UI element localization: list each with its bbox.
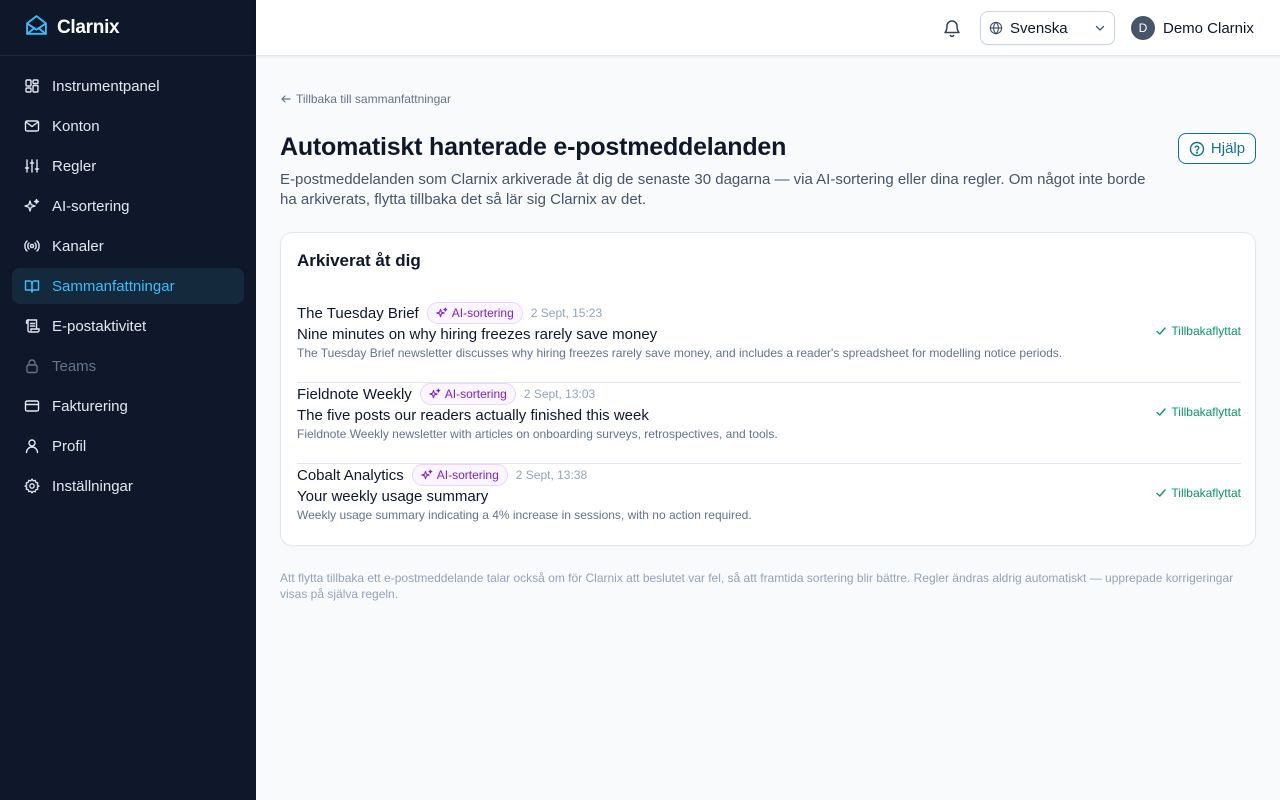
help-circle-icon [1189, 141, 1205, 156]
ai-sorting-badge: AI-sortering [426, 302, 523, 324]
sidebar-item-label: Kanaler [52, 237, 104, 255]
email-summary: Fieldnote Weekly newsletter with article… [297, 427, 778, 441]
sidebar-item-teams: Teams [12, 348, 244, 384]
email-sender: The Tuesday Brief [297, 304, 419, 322]
restored-label: Tillbakaflyttat [1171, 486, 1241, 500]
credit-card-icon [24, 400, 40, 412]
dashboard-icon [25, 79, 39, 93]
archived-card: Arkiverat åt dig The Tuesday Brief AI-so… [280, 232, 1256, 546]
radio-icon [24, 240, 40, 252]
avatar: D [1131, 16, 1155, 40]
brand[interactable]: Clarnix [0, 0, 256, 56]
ai-sorting-badge: AI-sortering [419, 383, 516, 405]
book-open-icon [24, 280, 40, 293]
sidebar-item-kanaler[interactable]: Kanaler [12, 228, 244, 264]
sparkles-icon [435, 307, 448, 318]
sidebar-item-e-postaktivitet[interactable]: E-postaktivitet [12, 308, 244, 344]
email-row[interactable]: The Tuesday Brief AI-sortering 2 Sept, 1… [297, 302, 1241, 383]
ai-sorting-badge: AI-sortering [411, 464, 508, 486]
sidebar-item-regler[interactable]: Regler [12, 148, 244, 184]
sidebar-item-installningar[interactable]: Inställningar [12, 468, 244, 504]
email-summary: Weekly usage summary indicating a 4% inc… [297, 508, 752, 522]
sidebar-item-label: Regler [52, 157, 97, 175]
sidebar-item-label: Sammanfattningar [52, 277, 175, 295]
sparkles-icon [24, 198, 40, 212]
sidebar-item-instrumentpanel[interactable]: Instrumentpanel [12, 68, 244, 104]
page-title: Automatiskt hanterade e-postmeddelanden [280, 133, 787, 161]
sidebar-item-ai-sortering[interactable]: AI-sortering [12, 188, 244, 224]
sidebar-item-label: Teams [52, 357, 97, 375]
badge-label: AI-sortering [436, 468, 499, 482]
check-icon [1156, 327, 1167, 335]
restored-status: Tillbakaflyttat [1155, 486, 1241, 500]
back-link-label: Tillbaka till sammanfattningar [296, 92, 451, 106]
page-subtitle: E-postmeddelanden som Clarnix arkiverade… [280, 171, 1146, 208]
mail-icon [24, 120, 40, 132]
card-title: Arkiverat åt dig [297, 251, 421, 270]
gear-icon [24, 478, 40, 494]
back-link[interactable]: Tillbaka till sammanfattningar [280, 92, 451, 106]
email-summary: The Tuesday Brief newsletter discusses w… [297, 346, 1063, 360]
email-date: 2 Sept, 15:23 [530, 306, 603, 320]
restored-label: Tillbakaflyttat [1171, 324, 1241, 338]
scroll-icon [25, 319, 40, 333]
badge-label: AI-sortering [451, 306, 514, 320]
sidebar-item-profil[interactable]: Profil [12, 428, 244, 464]
chevron-down-icon [1095, 25, 1105, 31]
email-row[interactable]: Fieldnote Weekly AI-sortering 2 Sept, 13… [297, 383, 1241, 464]
email-sender: Cobalt Analytics [297, 466, 404, 484]
sidebar-item-label: Fakturering [52, 397, 128, 415]
globe-icon [989, 21, 1003, 35]
user-name: Demo Clarnix [1163, 19, 1254, 37]
restored-status: Tillbakaflyttat [1155, 405, 1241, 419]
badge-label: AI-sortering [444, 387, 507, 401]
sliders-icon [24, 159, 40, 173]
sidebar-item-label: Profil [52, 437, 87, 455]
sparkles-icon [420, 469, 433, 480]
arrow-left-icon [281, 95, 291, 103]
lock-icon [26, 359, 38, 374]
sparkles-icon [429, 388, 441, 399]
email-subject: The five posts our readers actually fini… [297, 407, 649, 424]
help-button-label: Hjälp [1210, 140, 1246, 157]
help-button[interactable]: Hjälp [1178, 133, 1256, 164]
email-sender: Fieldnote Weekly [297, 385, 412, 403]
footnote: Att flytta tillbaka ett e-postmeddelande… [280, 571, 1234, 601]
brand-name: Clarnix [57, 16, 120, 38]
sidebar: Clarnix Instrumentpanel Konton Regler AI… [0, 0, 256, 800]
email-subject: Nine minutes on why hiring freezes rarel… [297, 326, 658, 343]
restored-label: Tillbakaflyttat [1171, 405, 1241, 419]
sidebar-item-label: Konton [52, 117, 100, 135]
user-menu[interactable]: D Demo Clarnix [1131, 16, 1254, 40]
sidebar-item-fakturering[interactable]: Fakturering [12, 388, 244, 424]
email-subject: Your weekly usage summary [297, 488, 489, 505]
logo-envelope-icon [24, 13, 49, 43]
sidebar-item-sammanfattningar[interactable]: Sammanfattningar [12, 268, 244, 304]
sidebar-item-label: AI-sortering [52, 197, 130, 215]
language-select[interactable]: Svenska [980, 11, 1115, 45]
sidebar-nav: Instrumentpanel Konton Regler AI-sorteri… [0, 56, 256, 520]
top-header: Svenska D Demo Clarnix [256, 0, 1280, 56]
sidebar-item-konton[interactable]: Konton [12, 108, 244, 144]
email-date: 2 Sept, 13:03 [523, 387, 596, 401]
check-icon [1156, 408, 1167, 416]
email-row[interactable]: Cobalt Analytics AI-sortering 2 Sept, 13… [297, 464, 1241, 545]
sidebar-item-label: E-postaktivitet [52, 317, 147, 335]
check-icon [1156, 489, 1167, 497]
restored-status: Tillbakaflyttat [1155, 324, 1241, 338]
sidebar-item-label: Inställningar [52, 477, 133, 495]
language-value: Svenska [1010, 19, 1068, 37]
email-date: 2 Sept, 13:38 [515, 468, 588, 482]
bell-icon[interactable] [942, 18, 962, 38]
user-icon [25, 439, 39, 454]
sidebar-item-label: Instrumentpanel [52, 77, 160, 95]
